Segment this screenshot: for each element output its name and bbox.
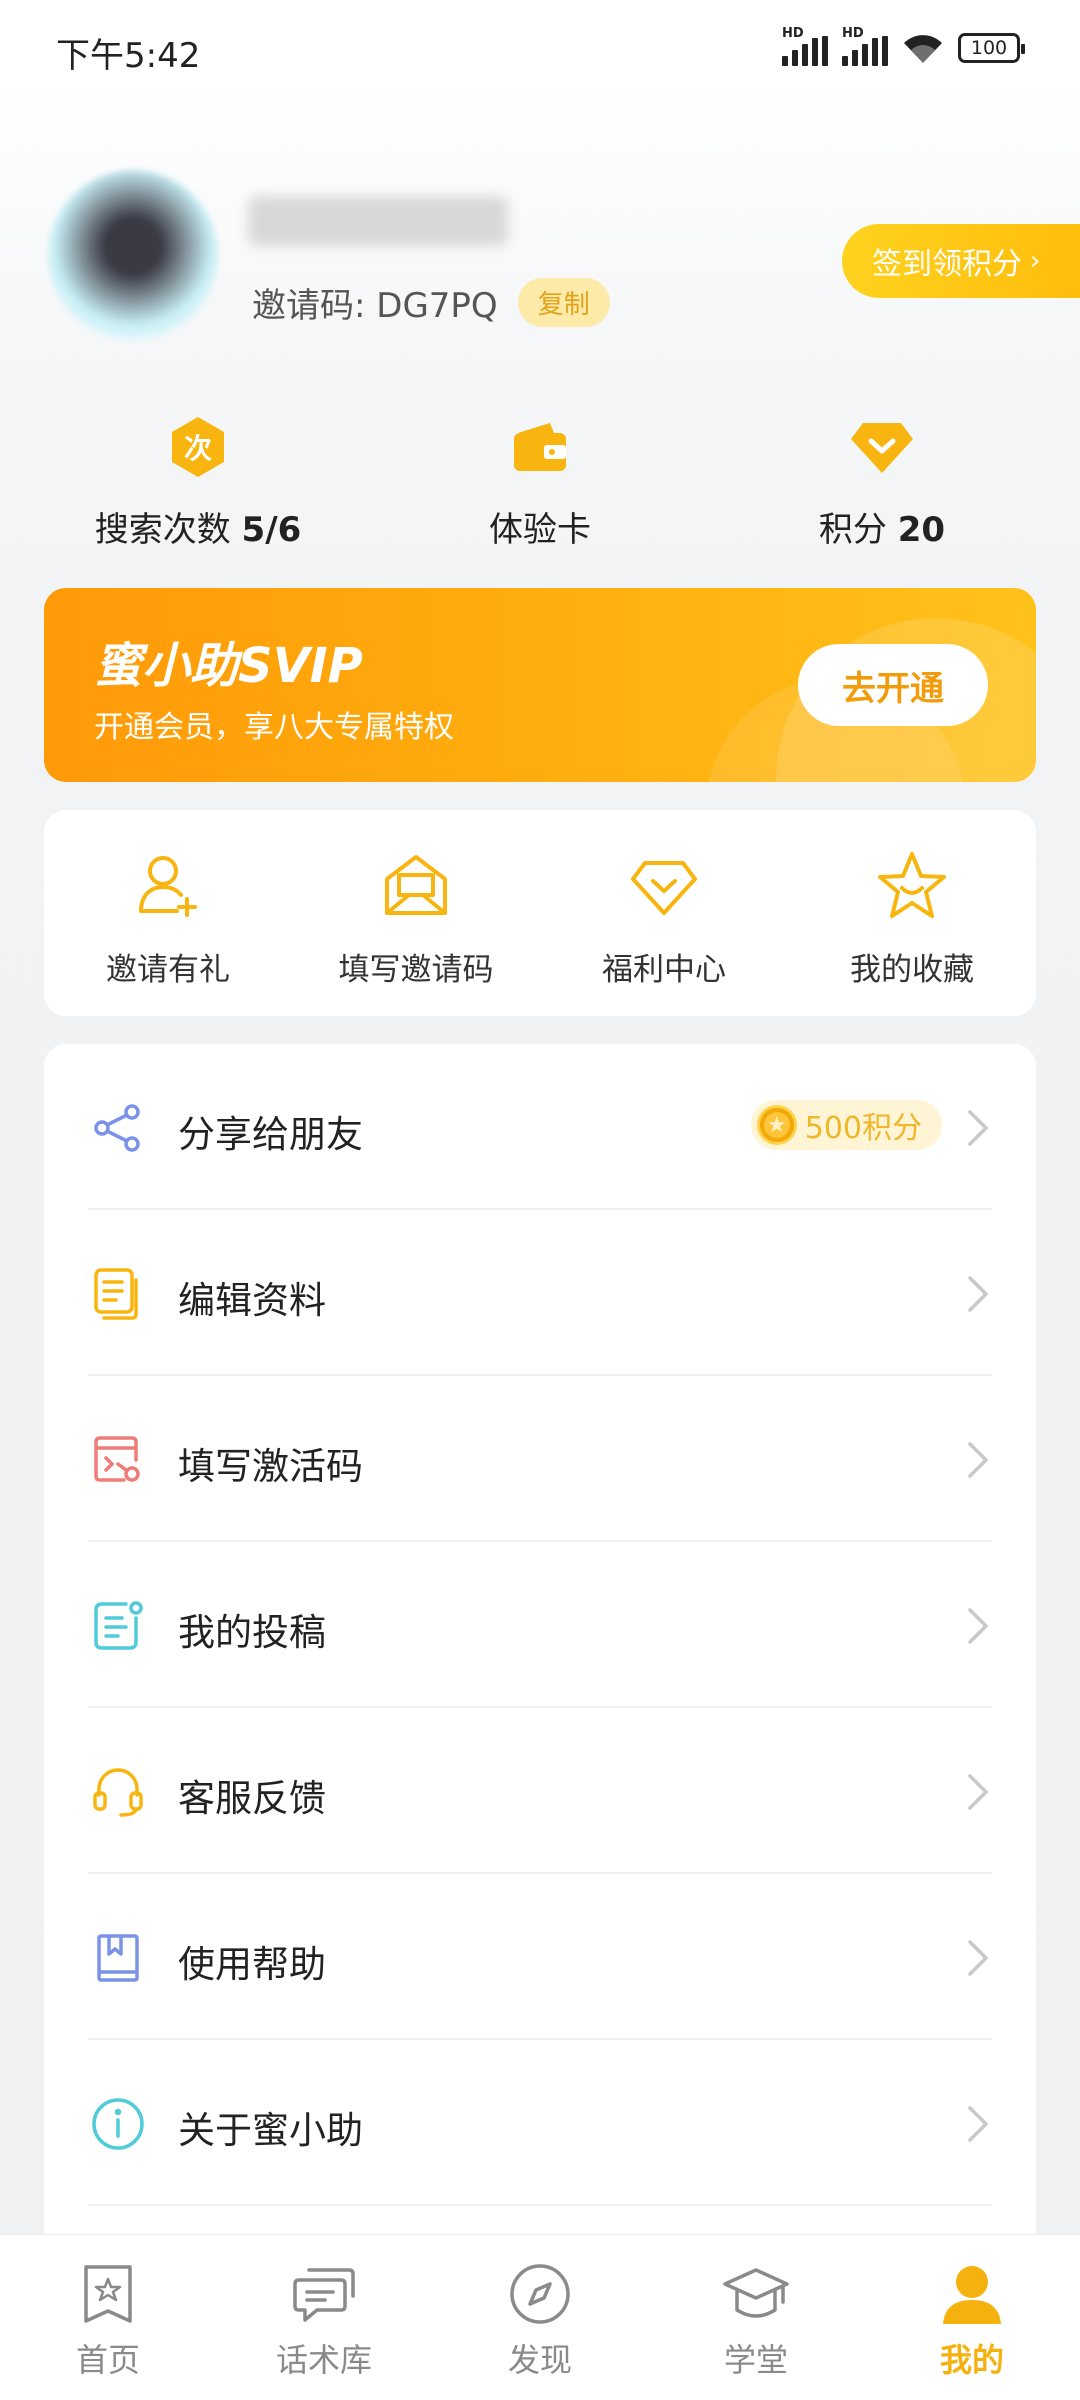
document-icon — [90, 1266, 146, 1322]
quick-action-label: 福利中心 — [602, 952, 726, 988]
vip-banner[interactable]: 蜜小助SVIP 开通会员，享八大专属特权 去开通 — [44, 588, 1036, 782]
signal-icon: HD — [842, 26, 888, 66]
menu-item-submissions[interactable]: 我的投稿 — [44, 1542, 1036, 1708]
points-reward-text: 500积分 — [804, 1111, 922, 1146]
battery-icon: 100 — [958, 33, 1025, 63]
menu-item-label: 分享给朋友 — [178, 1113, 363, 1156]
menu-item-share[interactable]: 分享给朋友 ★ 500积分 — [44, 1044, 1036, 1210]
quick-actions: 邀请有礼 填写邀请码 福利中心 我的收藏 — [44, 810, 1036, 1016]
stat-points[interactable]: 积分 20 — [732, 412, 1032, 551]
copy-button[interactable]: 复制 — [517, 278, 610, 327]
menu-item-about[interactable]: 关于蜜小助 — [44, 2040, 1036, 2206]
diamond-icon — [540, 846, 788, 926]
tab-label: 我的 — [939, 2341, 1004, 2379]
book-icon — [90, 1930, 146, 1986]
tab-me[interactable]: 我的 — [892, 2259, 1052, 2381]
wallet-icon — [390, 412, 690, 482]
quick-action-label: 我的收藏 — [850, 952, 974, 988]
vip-activate-button[interactable]: 去开通 — [798, 644, 988, 726]
headset-icon — [90, 1764, 146, 1820]
svg-text:次: 次 — [184, 432, 212, 465]
menu-item-activation-code[interactable]: 填写激活码 — [44, 1376, 1036, 1542]
tab-label: 首页 — [75, 2341, 140, 2379]
user-icon — [892, 2259, 1052, 2329]
invite-code-row: 邀请码: DG7PQ 复制 — [252, 278, 610, 327]
hd-label: HD — [842, 26, 864, 41]
menu-item-help[interactable]: 使用帮助 — [44, 1874, 1036, 2040]
add-user-icon — [44, 846, 292, 926]
bottom-tab-bar: 首页 话术库 发现 学堂 我的 — [0, 2234, 1080, 2400]
search-count-icon: 次 — [48, 412, 348, 482]
chevron-right-icon — [968, 1276, 989, 1312]
invite-code: 邀请码: DG7PQ — [252, 286, 498, 326]
envelope-icon — [292, 846, 540, 926]
chevron-right-icon — [968, 1940, 989, 1976]
signin-points-button[interactable]: 签到领积分 › — [842, 224, 1080, 298]
wifi-icon — [904, 35, 942, 63]
menu-item-label: 使用帮助 — [178, 1943, 326, 1986]
points-reward-badge: ★ 500积分 — [750, 1100, 942, 1150]
tab-label: 发现 — [507, 2341, 572, 2379]
submission-icon — [90, 1598, 146, 1654]
quick-action-favorites[interactable]: 我的收藏 — [788, 846, 1036, 989]
chevron-right-icon — [968, 2106, 989, 2142]
tab-academy[interactable]: 学堂 — [676, 2259, 836, 2381]
menu-item-label: 客服反馈 — [178, 1777, 326, 1820]
tab-script-library[interactable]: 话术库 — [244, 2259, 404, 2381]
stat-label: 体验卡 — [489, 510, 591, 550]
menu-list: 分享给朋友 ★ 500积分 编辑资料 填写激活码 我的投稿 客服反馈 使用帮助 … — [44, 1044, 1036, 2400]
menu-item-label: 编辑资料 — [178, 1279, 326, 1322]
stat-label: 积分 — [818, 510, 887, 550]
quick-action-welfare[interactable]: 福利中心 — [540, 846, 788, 989]
coin-icon: ★ — [756, 1105, 797, 1145]
chevron-right-icon — [968, 1608, 989, 1644]
chat-icon — [244, 2259, 404, 2329]
quick-action-invite-code[interactable]: 填写邀请码 — [292, 846, 540, 989]
battery-level: 100 — [970, 37, 1008, 59]
home-icon — [28, 2259, 188, 2329]
stat-search-count[interactable]: 次 搜索次数 5/6 — [48, 412, 348, 551]
username — [248, 196, 508, 246]
tab-home[interactable]: 首页 — [28, 2259, 188, 2381]
chevron-right-icon — [968, 1110, 989, 1146]
tab-discover[interactable]: 发现 — [460, 2259, 620, 2381]
tab-label: 学堂 — [723, 2341, 788, 2379]
quick-action-invite[interactable]: 邀请有礼 — [44, 846, 292, 989]
stat-value: 20 — [897, 510, 946, 550]
menu-item-label: 填写激活码 — [178, 1445, 363, 1488]
star-icon — [788, 846, 1036, 926]
status-time: 下午5:42 — [56, 36, 201, 76]
stat-value: 5/6 — [241, 510, 302, 550]
menu-item-label: 关于蜜小助 — [178, 2109, 363, 2152]
vip-subtitle: 开通会员，享八大专属特权 — [94, 710, 454, 745]
status-icons: HD HD 100 — [782, 26, 1025, 66]
chevron-right-icon — [968, 1442, 989, 1478]
chevron-right-icon — [968, 1774, 989, 1810]
tab-label: 话术库 — [275, 2341, 372, 2379]
status-bar: 下午5:42 HD HD 100 — [0, 0, 1080, 105]
menu-item-customer-service[interactable]: 客服反馈 — [44, 1708, 1036, 1874]
stat-label: 搜索次数 — [94, 510, 231, 550]
avatar[interactable] — [48, 170, 218, 340]
signin-label: 签到领积分 — [872, 247, 1022, 282]
compass-icon — [460, 2259, 620, 2329]
signal-icon: HD — [782, 26, 828, 66]
quick-action-label: 填写邀请码 — [338, 952, 494, 988]
menu-item-label: 我的投稿 — [178, 1611, 326, 1654]
info-icon — [90, 2096, 146, 2152]
diamond-icon — [732, 412, 1032, 482]
share-icon — [90, 1100, 146, 1156]
menu-item-edit-profile[interactable]: 编辑资料 — [44, 1210, 1036, 1376]
stat-trial-card[interactable]: 体验卡 — [390, 412, 690, 551]
vip-title: 蜜小助SVIP — [94, 638, 363, 694]
quick-action-label: 邀请有礼 — [106, 952, 230, 988]
graduation-cap-icon — [676, 2259, 836, 2329]
hd-label: HD — [782, 26, 804, 41]
activation-code-icon — [90, 1432, 146, 1488]
chevron-right-icon: › — [1030, 246, 1041, 276]
